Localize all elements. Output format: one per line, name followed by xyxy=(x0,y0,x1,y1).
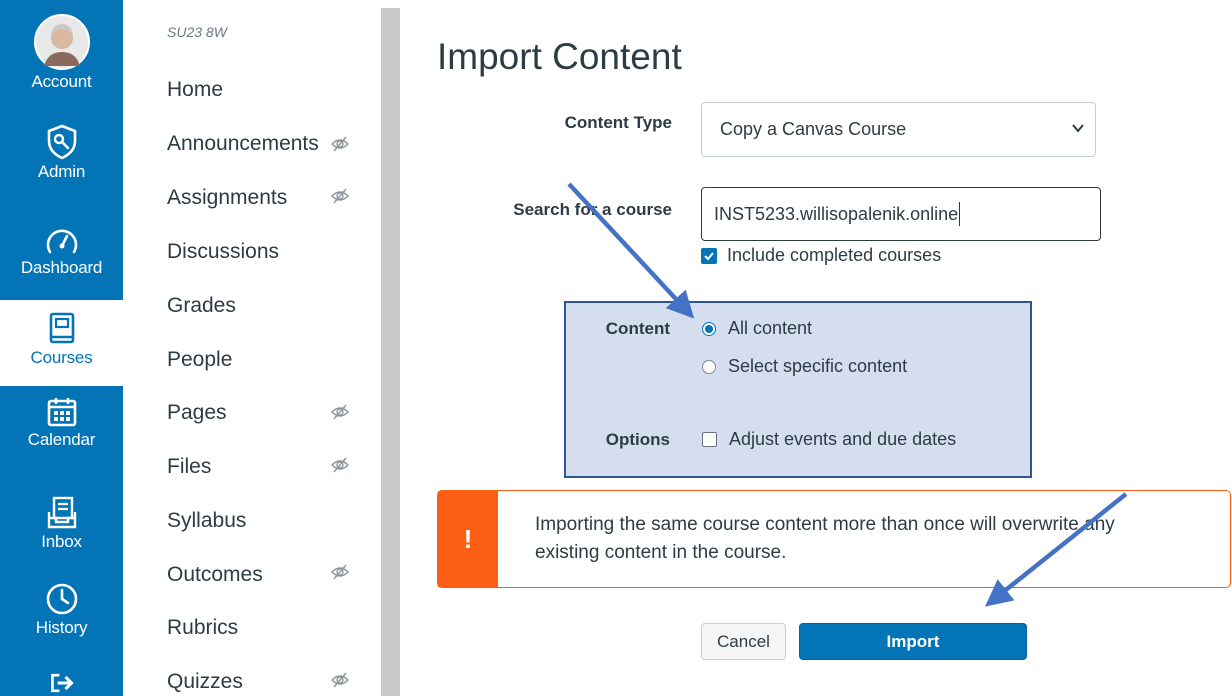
checkbox-unchecked-icon xyxy=(702,432,717,447)
cancel-button[interactable]: Cancel xyxy=(701,623,786,660)
course-nav-assignments[interactable]: Assignments xyxy=(167,186,287,210)
search-course-label: Search for a course xyxy=(513,200,672,219)
global-nav-history[interactable]: History xyxy=(0,566,123,660)
radio-all-content[interactable]: All content xyxy=(702,318,812,339)
course-nav-scrollbar[interactable] xyxy=(381,8,400,696)
shield-icon xyxy=(47,124,76,160)
global-nav-history-label: History xyxy=(35,618,88,637)
adjust-dates-label: Adjust events and due dates xyxy=(729,429,957,449)
global-nav-courses-label: Courses xyxy=(30,348,93,367)
global-nav-dashboard-label: Dashboard xyxy=(20,258,103,277)
global-nav-inbox[interactable]: Inbox xyxy=(0,476,123,566)
warning-message: Importing the same course content more t… xyxy=(535,514,1115,563)
options-label: Options xyxy=(605,430,670,449)
logout-icon xyxy=(50,673,74,693)
page-title: Import Content xyxy=(437,36,682,77)
eye-slash-icon[interactable] xyxy=(330,670,350,690)
import-button[interactable]: Import xyxy=(799,623,1027,660)
content-type-value: Copy a Canvas Course xyxy=(720,119,907,139)
include-completed-label: Include completed courses xyxy=(727,245,942,265)
radio-all-content-label: All content xyxy=(728,318,813,338)
inbox-icon xyxy=(47,496,76,529)
speedometer-icon xyxy=(46,229,77,254)
content-type-label: Content Type xyxy=(564,113,672,132)
course-nav-quizzes[interactable]: Quizzes xyxy=(167,670,243,694)
global-nav: Account Admin Dashboard Courses Calendar… xyxy=(0,0,123,696)
warning-icon: ! xyxy=(438,491,498,587)
course-nav-syllabus[interactable]: Syllabus xyxy=(167,509,246,533)
content-options-panel: Content All content Select specific cont… xyxy=(564,301,1032,478)
course-nav-people[interactable]: People xyxy=(167,348,232,372)
text-caret xyxy=(959,202,961,226)
global-nav-calendar[interactable]: Calendar xyxy=(0,386,123,476)
radio-select-specific-label: Select specific content xyxy=(728,356,908,376)
calendar-icon xyxy=(47,398,76,427)
import-content-form: Import Content Content Type Copy a Canva… xyxy=(400,0,1232,696)
course-term: SU23 8W xyxy=(167,24,227,40)
eye-slash-icon[interactable] xyxy=(330,402,350,422)
clock-icon xyxy=(46,583,77,615)
adjust-dates-checkbox[interactable]: Adjust events and due dates xyxy=(702,429,956,450)
course-nav-home[interactable]: Home xyxy=(167,78,223,102)
global-nav-account-label: Account xyxy=(31,72,92,91)
eye-slash-icon[interactable] xyxy=(330,134,350,154)
include-completed-checkbox[interactable]: Include completed courses xyxy=(701,245,941,266)
eye-slash-icon[interactable] xyxy=(330,186,350,206)
global-nav-account[interactable]: Account xyxy=(0,0,123,104)
global-nav-courses[interactable]: Courses xyxy=(0,300,123,386)
course-nav-announcements[interactable]: Announcements xyxy=(167,132,319,156)
content-type-select[interactable]: Copy a Canvas Course xyxy=(701,102,1096,157)
global-nav-admin[interactable]: Admin xyxy=(0,104,123,204)
course-nav-rubrics[interactable]: Rubrics xyxy=(167,616,238,640)
eye-slash-icon[interactable] xyxy=(330,562,350,582)
radio-selected-icon xyxy=(702,321,716,336)
eye-slash-icon[interactable] xyxy=(330,455,350,475)
content-label: Content xyxy=(605,319,670,338)
search-course-value: INST5233.willisopalenik.online xyxy=(714,203,959,224)
avatar xyxy=(33,14,90,70)
course-nav: SU23 8W Home Announcements Assignments D… xyxy=(123,0,380,696)
radio-unselected-icon xyxy=(702,359,716,374)
course-nav-pages[interactable]: Pages xyxy=(167,401,227,425)
course-nav-outcomes[interactable]: Outcomes xyxy=(167,563,263,587)
checkbox-checked-icon xyxy=(701,247,717,264)
radio-select-specific-content[interactable]: Select specific content xyxy=(702,356,907,377)
chevron-down-icon xyxy=(1072,124,1084,133)
global-nav-logout[interactable] xyxy=(0,660,123,696)
book-icon xyxy=(49,312,74,344)
warning-alert: ! Importing the same course content more… xyxy=(437,490,1231,588)
course-nav-grades[interactable]: Grades xyxy=(167,294,236,318)
search-course-input[interactable]: INST5233.willisopalenik.online xyxy=(701,187,1101,241)
global-nav-dashboard[interactable]: Dashboard xyxy=(0,204,123,300)
global-nav-inbox-label: Inbox xyxy=(41,532,82,551)
course-nav-discussions[interactable]: Discussions xyxy=(167,240,279,264)
global-nav-calendar-label: Calendar xyxy=(27,430,96,449)
global-nav-admin-label: Admin xyxy=(37,162,86,181)
course-nav-files[interactable]: Files xyxy=(167,455,211,479)
